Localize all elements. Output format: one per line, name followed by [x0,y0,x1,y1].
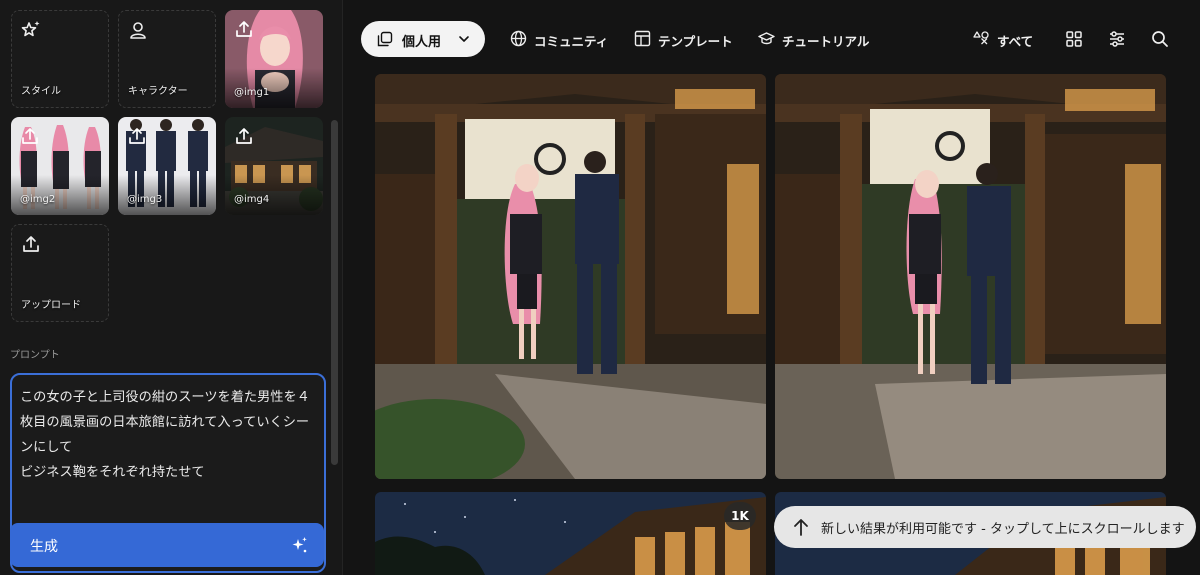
mode-dropdown[interactable]: 個人用 [361,21,485,57]
nav-templates-label: テンプレート [658,34,733,49]
nav-community-label: コミュニティ [534,34,609,49]
img4-label: @img4 [234,194,270,205]
arrow-up-icon [794,519,808,536]
search-icon[interactable] [1150,29,1170,49]
img1-label: @img1 [234,87,270,98]
stack-icon [377,31,393,47]
filter-all-label: すべて [997,34,1034,49]
img2-label: @img2 [20,194,56,205]
upload-icon [129,128,145,144]
img2-tile[interactable]: @img2 [11,117,109,215]
style-label: スタイル [21,86,61,97]
generate-button[interactable]: 生成 [10,523,324,567]
nav-tutorial-label: チュートリアル [782,34,870,49]
img3-tile[interactable]: @img3 [118,117,216,215]
ryokan-scene-2 [775,74,1166,479]
nav-tutorial[interactable]: チュートリアル [758,30,888,49]
generate-label: 生成 [30,539,58,555]
person-icon [130,22,146,39]
img4-tile[interactable]: @img4 [225,117,323,215]
sparkle-icon [292,537,307,553]
nav-templates[interactable]: テンプレート [634,30,744,49]
chevron-down-icon [459,36,469,42]
upload-icon [236,128,252,144]
nav-community[interactable]: コミュニティ [510,30,620,49]
resolution-badge: 1K [724,502,756,530]
character-tile[interactable]: キャラクター [118,10,216,108]
filter-sliders-icon[interactable] [1107,29,1127,49]
upload-label: アップロード [21,300,81,311]
character-label: キャラクター [128,86,188,97]
mode-label: 個人用 [402,35,442,50]
img1-tile[interactable]: @img1 [225,10,323,108]
img3-label: @img3 [127,194,163,205]
filter-all[interactable]: すべて [973,30,1043,49]
shapes-icon [973,31,989,45]
ryokan-night-scene-3 [375,492,766,575]
star-sparkle-icon [21,21,40,37]
prompt-label: プロンプト [10,350,60,361]
left-panel: スタイル キャラクター @img1 @img2 @img3 @img4 アップロ… [0,0,343,575]
grid-view-icon[interactable] [1064,29,1084,49]
template-icon [634,30,651,47]
new-results-toast[interactable]: 新しい結果が利用可能です - タップして上にスクロールします [774,506,1196,548]
style-tile[interactable]: スタイル [11,10,109,108]
result-image-2[interactable] [775,74,1166,479]
sidebar-scrollbar[interactable] [331,120,338,465]
upload-icon [23,236,39,252]
upload-icon [22,128,38,144]
toast-text: 新しい結果が利用可能です - タップして上にスクロールします [821,522,1185,537]
result-image-1[interactable] [375,74,766,479]
ryokan-scene-1 [375,74,766,479]
graduation-cap-icon [758,32,775,45]
globe-icon [510,30,527,47]
prompt-text[interactable]: この女の子と上司役の紺のスーツを着た男性を４枚目の風景画の日本旅館に訪れて入って… [20,385,316,485]
top-bar: 個人用 コミュニティ テンプレート チュートリアル すべて [344,0,1200,76]
upload-tile[interactable]: アップロード [11,224,109,322]
result-image-3[interactable] [375,492,766,575]
upload-icon [236,21,252,37]
